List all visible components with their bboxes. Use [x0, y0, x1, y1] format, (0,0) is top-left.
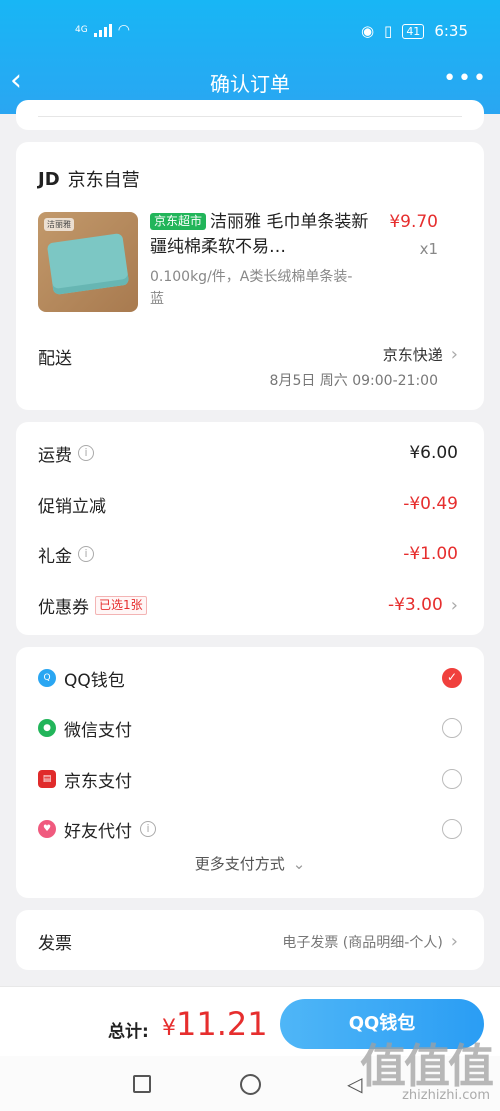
promo-discount-label: 促销立减	[38, 496, 106, 517]
vibrate-icon: ▯	[384, 22, 393, 40]
product-title[interactable]: 京东超市 洁丽雅 毛巾单条装新疆纯棉柔软不易…	[150, 210, 372, 260]
fees-card: 运费 i ¥6.00 促销立减 -¥0.49 礼金 i -¥1.00 优惠券 已选1张…	[16, 422, 484, 635]
product-price: ¥9.70	[389, 212, 438, 232]
coupon-label: 优惠券	[38, 597, 89, 618]
invoice-label: 发票	[38, 934, 72, 954]
shipping-fee-label: 运费	[38, 445, 72, 466]
total-label: 总计:	[108, 1022, 149, 1042]
payment-option-label: 好友代付	[64, 821, 132, 842]
payment-option-qq[interactable]: Q QQ钱包 ✓	[38, 663, 462, 693]
payment-card: Q QQ钱包 ✓ ● 微信支付 ▤ 京东支付 ♥ 好友代付 i 更多支付方式 ⌄	[16, 647, 484, 898]
brand-mini-logo: 洁丽雅	[44, 218, 74, 231]
delivery-method-text: 京东快递	[382, 346, 443, 364]
invoice-value-wrap: 电子发票 (商品明细-个人) ›	[282, 931, 458, 952]
clock: 6:35	[434, 22, 468, 40]
promo-discount-row: 促销立减 -¥0.49	[38, 489, 458, 519]
recent-apps-icon[interactable]	[133, 1075, 151, 1093]
qq-icon: Q	[38, 669, 56, 687]
store-header: JD 京东自营	[38, 166, 140, 192]
payment-option-label: 微信支付	[64, 720, 132, 741]
friend-pay-icon: ♥	[38, 820, 56, 838]
signal-icon	[93, 23, 112, 37]
payment-option-wechat[interactable]: ● 微信支付	[38, 713, 462, 743]
chevron-right-icon: ›	[450, 344, 458, 365]
shipping-fee-row: 运费 i ¥6.00	[38, 438, 458, 468]
payment-option-label: QQ钱包	[64, 670, 125, 691]
divider	[38, 116, 462, 117]
chevron-right-icon: ›	[450, 931, 458, 952]
product-quantity: x1	[419, 240, 438, 258]
product-spec: 0.100kg/件，A类长绒棉单条装-蓝	[150, 269, 353, 307]
store-name: 京东自营	[67, 170, 140, 191]
chevron-right-icon: ›	[450, 594, 458, 616]
network-label: 4G	[75, 25, 88, 35]
promo-discount-value: -¥0.49	[403, 494, 458, 514]
gift-money-row: 礼金 i -¥1.00	[38, 539, 458, 569]
jd-logo: JD	[38, 168, 60, 190]
radio-unchecked-icon[interactable]	[442, 718, 462, 738]
invoice-value: 电子发票 (商品明细-个人)	[282, 935, 443, 951]
battery-icon: 41	[402, 23, 425, 39]
wifi-icon: ◠	[117, 22, 130, 38]
total-amount: ¥11.21	[162, 1005, 268, 1043]
delivery-label: 配送	[38, 349, 72, 369]
nav-row: ‹ 确认订单 •••	[0, 62, 500, 102]
eye-icon: ◉	[360, 22, 375, 40]
address-card-edge	[16, 100, 484, 130]
supermarket-tag: 京东超市	[150, 213, 207, 230]
product-image[interactable]: 洁丽雅	[38, 212, 138, 312]
more-icon[interactable]: •••	[443, 66, 488, 91]
more-payment-methods[interactable]: 更多支付方式 ⌄	[16, 853, 484, 874]
coupon-value: -¥3.00	[387, 595, 443, 615]
delivery-method[interactable]: 京东快递 ›	[383, 344, 458, 365]
watermark: 值值值	[360, 1039, 494, 1093]
gift-money-label: 礼金	[38, 546, 72, 567]
towel-illustration	[46, 232, 130, 296]
chevron-down-icon: ⌄	[292, 855, 306, 873]
payment-option-friend[interactable]: ♥ 好友代付 i	[38, 814, 462, 844]
order-item-card: JD 京东自营 洁丽雅 京东超市 洁丽雅 毛巾单条装新疆纯棉柔软不易… ¥9.70…	[16, 142, 484, 410]
payment-option-label: 京东支付	[64, 771, 132, 792]
invoice-card[interactable]: 发票 电子发票 (商品明细-个人) ›	[16, 910, 484, 970]
shipping-fee-value: ¥6.00	[409, 443, 458, 463]
radio-unchecked-icon[interactable]	[442, 819, 462, 839]
more-payment-label: 更多支付方式	[194, 855, 285, 873]
total-value: 11.21	[176, 1005, 268, 1043]
payment-option-jdpay[interactable]: ▤ 京东支付	[38, 764, 462, 794]
page-title: 确认订单	[210, 72, 290, 96]
radio-unchecked-icon[interactable]	[442, 769, 462, 789]
jdpay-icon: ▤	[38, 770, 56, 788]
watermark-url: zhizhizhi.com	[402, 1088, 490, 1103]
delivery-time: 8月5日 周六 09:00-21:00	[269, 373, 438, 389]
top-bar: 4G ◠ ◉ ▯ 41 6:35 ‹ 确认订单 •••	[0, 0, 500, 114]
gift-money-value: -¥1.00	[403, 544, 458, 564]
status-bar: 4G ◠ ◉ ▯ 41 6:35	[0, 18, 500, 46]
home-icon[interactable]	[240, 1074, 261, 1095]
info-icon[interactable]: i	[78, 445, 94, 461]
wechat-icon: ●	[38, 719, 56, 737]
radio-checked-icon[interactable]: ✓	[442, 668, 462, 688]
coupon-badge: 已选1张	[95, 595, 147, 615]
currency-symbol: ¥	[162, 1016, 176, 1041]
coupon-row[interactable]: 优惠券 已选1张 -¥3.00 ›	[38, 590, 458, 620]
info-icon[interactable]: i	[140, 821, 156, 837]
info-icon[interactable]: i	[78, 546, 94, 562]
